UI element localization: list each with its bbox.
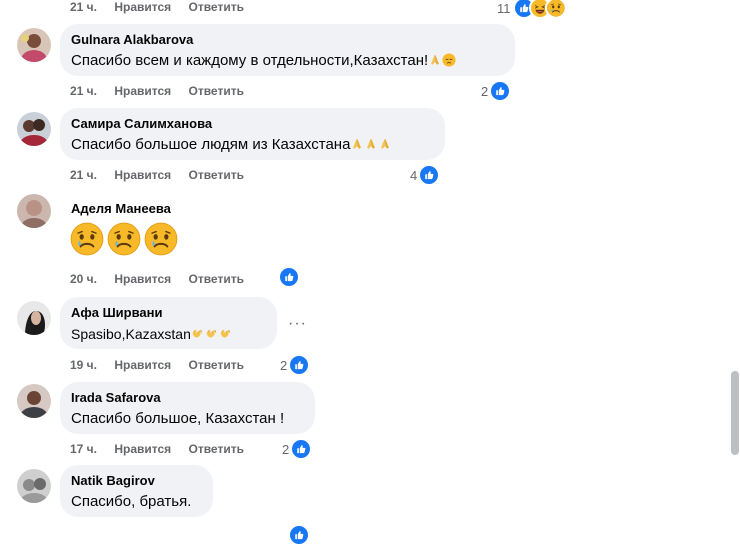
reply-link[interactable]: Ответить [189, 84, 244, 98]
comment-author[interactable]: Самира Салимханова [71, 116, 433, 132]
pensive-emoji [442, 53, 456, 67]
hands-emoji [205, 327, 219, 341]
avatar[interactable] [17, 28, 51, 62]
crying-emoji [144, 222, 178, 256]
like-link[interactable]: Нравится [114, 0, 171, 14]
like-icon [418, 164, 441, 186]
emoji-only-comment [70, 222, 181, 261]
comment-time[interactable]: 21 ч. [70, 84, 97, 98]
comment-time[interactable]: 19 ч. [70, 358, 97, 372]
crying-emoji [107, 222, 141, 256]
comment-bubble: Gulnara Alakbarova Спасибо всем и каждом… [60, 24, 515, 76]
reactions-summary[interactable]: 4 [410, 164, 441, 186]
like-link[interactable]: Нравится [114, 442, 171, 456]
comment-author[interactable]: Gulnara Alakbarova [71, 32, 503, 48]
like-link[interactable]: Нравится [114, 272, 171, 286]
avatar[interactable] [17, 301, 51, 335]
comment-time[interactable]: 17 ч. [70, 442, 97, 456]
comment-actions: 20 ч. Нравится Ответить [70, 272, 258, 286]
comment-actions: 21 ч. Нравится Ответить [70, 168, 258, 182]
like-link[interactable]: Нравится [114, 168, 171, 182]
like-icon [290, 438, 313, 460]
reaction-count: 2 [280, 357, 288, 373]
reaction-count: 11 [497, 0, 511, 16]
avatar[interactable] [17, 112, 51, 146]
comment-text: Спасибо большое, Казахстан ! [71, 410, 285, 427]
reactions-summary[interactable]: 2 [280, 354, 311, 376]
reactions-summary[interactable] [288, 524, 310, 546]
scrollbar[interactable] [731, 371, 739, 455]
avatar[interactable] [17, 384, 51, 418]
comment-actions-top: 21 ч. Нравится Ответить [70, 0, 258, 14]
like-link[interactable]: Нравится [114, 84, 171, 98]
avatar[interactable] [17, 194, 51, 228]
crying-emoji [70, 222, 104, 256]
comment-author[interactable]: Irada Safarova [71, 390, 303, 406]
pray-emoji [378, 137, 392, 151]
comment-time[interactable]: 21 ч. [70, 168, 97, 182]
comment-text: Спасибо, братья. [71, 493, 192, 510]
comment-actions: 21 ч. Нравится Ответить [70, 84, 258, 98]
comment-author[interactable]: Афа Ширвани [71, 305, 265, 321]
reaction-count: 2 [282, 441, 290, 457]
hands-emoji [191, 327, 205, 341]
reply-link[interactable]: Ответить [189, 442, 244, 456]
comment-time[interactable]: 20 ч. [70, 272, 97, 286]
comment-author[interactable]: Аделя Манеева [71, 201, 171, 217]
reactions-summary[interactable]: 11 [497, 0, 567, 19]
comment-bubble: Irada Safarova Спасибо большое, Казахста… [60, 382, 315, 434]
reactions-summary[interactable]: 2 [282, 438, 313, 460]
reaction-count: 2 [481, 83, 489, 99]
reaction-count: 4 [410, 167, 418, 183]
like-icon [489, 80, 512, 102]
like-icon [288, 524, 310, 546]
comment-bubble: Самира Салимханова Спасибо большое людям… [60, 108, 445, 160]
like-icon [288, 354, 311, 376]
pray-emoji [364, 137, 378, 151]
comment-actions: 19 ч. Нравится Ответить [70, 358, 258, 372]
comment-bubble: Афа Ширвани Spasibo,Kazaxstan [60, 297, 277, 349]
comment-author[interactable]: Natik Bagirov [71, 473, 201, 489]
like-icon [278, 266, 300, 288]
comment-text: Спасибо всем и каждому в отдельности,Каз… [71, 51, 503, 71]
reactions-summary[interactable] [278, 266, 300, 288]
reactions-summary[interactable]: 2 [481, 80, 512, 102]
comment-bubble: Natik Bagirov Спасибо, братья. [60, 465, 213, 517]
reply-link[interactable]: Ответить [189, 272, 244, 286]
comment-text: Spasibo,Kazaxstan [71, 324, 265, 344]
more-options-icon[interactable]: ··· [288, 315, 307, 333]
reply-link[interactable]: Ответить [189, 358, 244, 372]
reply-link[interactable]: Ответить [189, 168, 244, 182]
pray-emoji [428, 53, 442, 67]
reply-link[interactable]: Ответить [189, 0, 244, 14]
like-link[interactable]: Нравится [114, 358, 171, 372]
comment-text: Спасибо большое людям из Казахстана [71, 135, 433, 155]
comment-actions: 17 ч. Нравится Ответить [70, 442, 258, 456]
comment-time[interactable]: 21 ч. [70, 0, 97, 14]
hands-emoji [219, 327, 233, 341]
pray-emoji [350, 137, 364, 151]
avatar[interactable] [17, 469, 51, 503]
sad-icon [544, 0, 567, 19]
